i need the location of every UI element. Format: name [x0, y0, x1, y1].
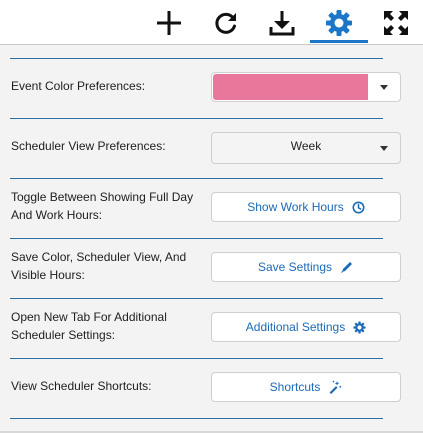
event-color-select[interactable]: [211, 72, 401, 102]
download-icon: [269, 11, 295, 36]
toolbar: [0, 0, 423, 44]
divider: [10, 118, 383, 119]
active-tab-indicator: [310, 40, 368, 43]
settings-icon: [326, 10, 352, 36]
toggle-hours-label: Toggle Between Showing Full Day And Work…: [11, 190, 194, 222]
save-settings-button[interactable]: Save Settings: [211, 252, 401, 282]
settings-panel: Event Color Preferences: Scheduler View …: [0, 45, 423, 431]
scheduler-view-value: Week: [290, 139, 322, 153]
save-settings-button-label: Save Settings: [257, 260, 333, 274]
divider: [10, 238, 383, 239]
download-button[interactable]: [264, 6, 300, 40]
pencil-icon: [341, 262, 353, 273]
additional-settings-button[interactable]: Additional Settings: [211, 312, 401, 342]
divider: [10, 178, 383, 179]
show-work-hours-button[interactable]: Show Work Hours: [211, 192, 401, 222]
shortcuts-label: View Scheduler Shortcuts:: [11, 379, 152, 393]
settings-button[interactable]: [321, 6, 357, 40]
chevron-down-icon: [380, 146, 388, 151]
additional-settings-button-label: Additional Settings: [245, 320, 346, 334]
divider: [10, 418, 383, 419]
divider: [10, 298, 383, 299]
expand-icon: [384, 11, 408, 35]
divider: [10, 58, 383, 59]
magic-wand-icon: [329, 380, 342, 394]
chevron-down-icon: [380, 85, 388, 90]
refresh-icon: [215, 12, 236, 34]
clock-icon: [352, 201, 365, 213]
show-work-hours-label: Show Work Hours: [247, 200, 344, 214]
scheduler-view-select[interactable]: Week: [211, 132, 401, 164]
shortcuts-button[interactable]: Shortcuts: [211, 372, 401, 402]
expand-button[interactable]: [378, 6, 414, 40]
refresh-button[interactable]: [208, 6, 244, 40]
event-color-label: Event Color Preferences:: [11, 79, 146, 93]
divider: [10, 358, 383, 359]
add-icon: [157, 11, 181, 35]
add-button[interactable]: [151, 6, 187, 40]
save-settings-label: Save Color, Scheduler View, And Visible …: [11, 250, 187, 282]
scheduler-view-label: Scheduler View Preferences:: [11, 139, 166, 153]
shortcuts-button-label: Shortcuts: [269, 380, 321, 394]
additional-settings-label: Open New Tab For Additional Scheduler Se…: [11, 310, 167, 342]
gear-icon: [353, 320, 366, 334]
color-swatch: [213, 74, 368, 100]
